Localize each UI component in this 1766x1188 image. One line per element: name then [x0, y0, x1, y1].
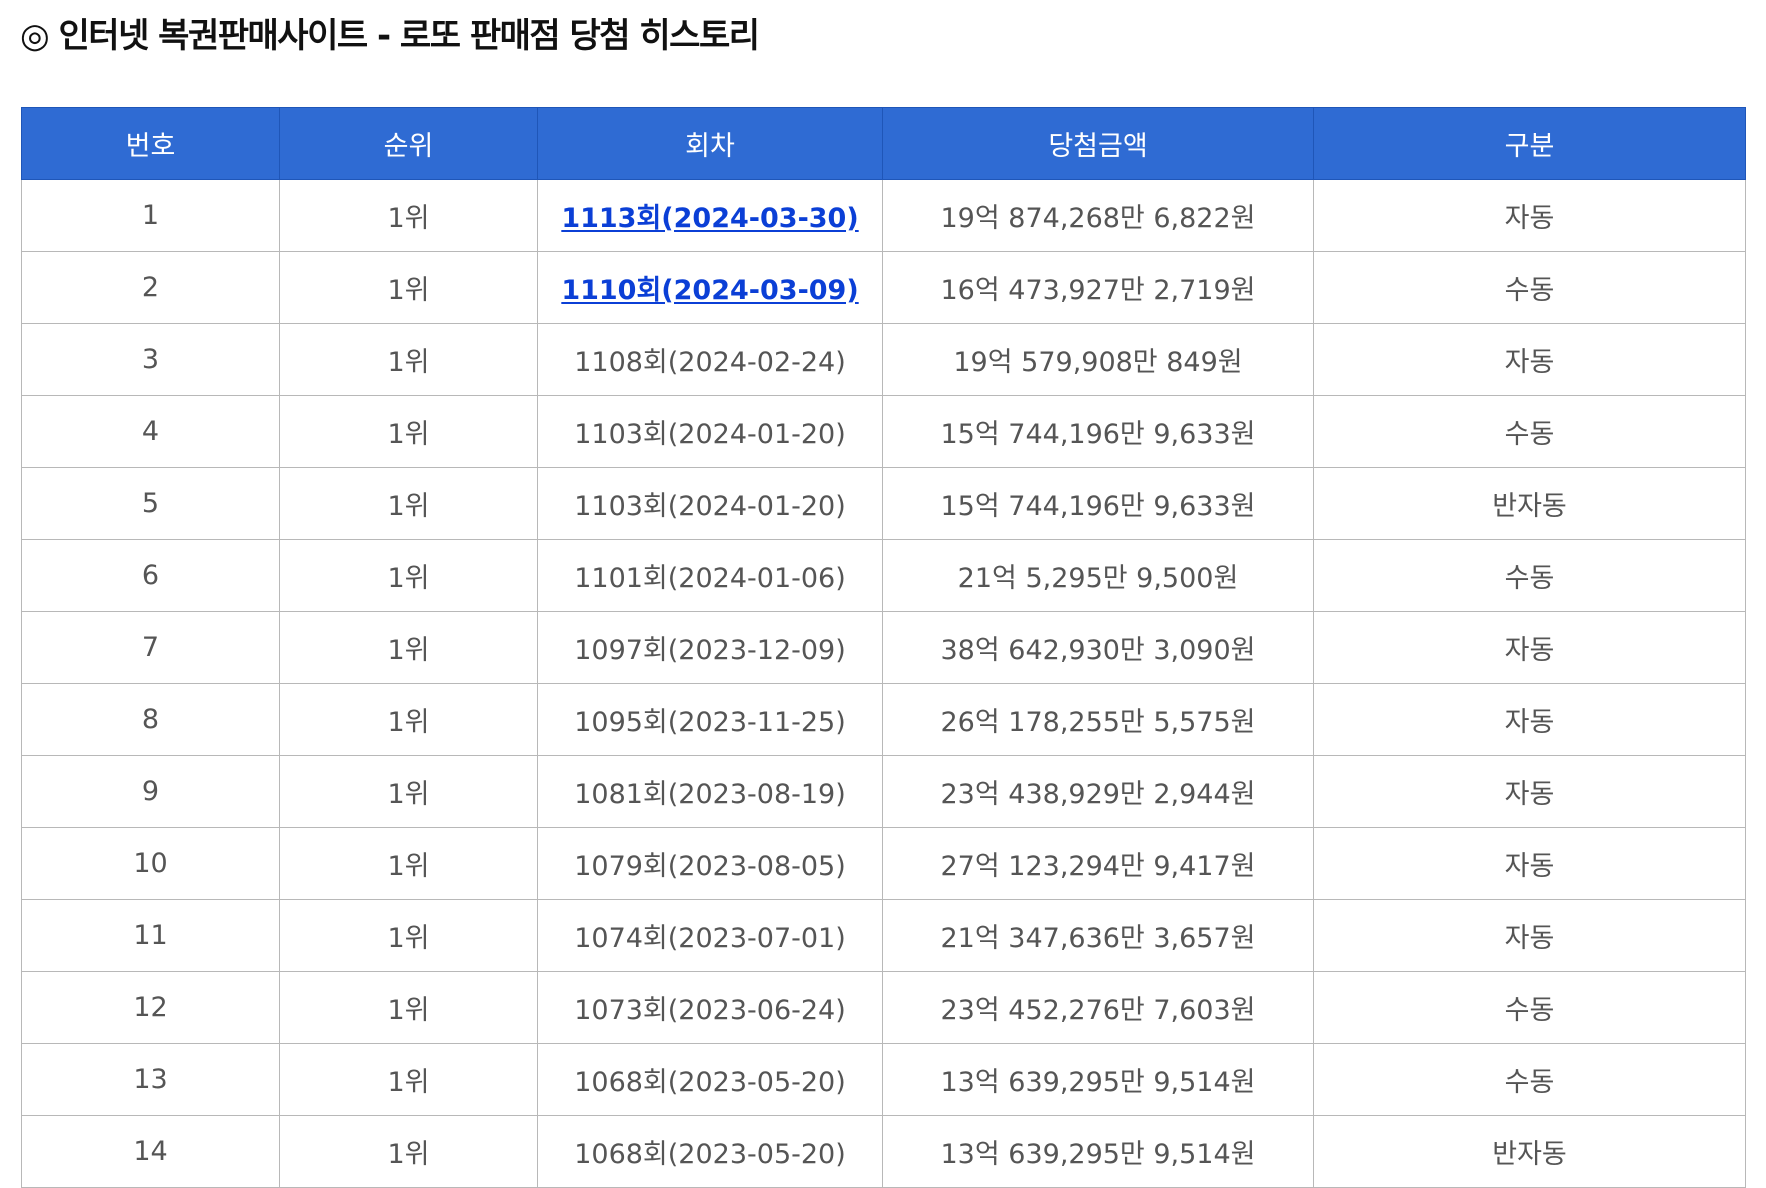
- row-rank: 1위: [279, 971, 538, 1044]
- row-amount: 13억 639,295만 9,514원: [882, 1115, 1314, 1188]
- row-number: 9: [21, 755, 280, 828]
- row-number: 5: [21, 467, 280, 540]
- row-type: 수동: [1313, 251, 1746, 324]
- row-number: 7: [21, 611, 280, 684]
- header-amount: 당첨금액: [882, 107, 1314, 180]
- table-row: 9 1위 1081회(2023-08-19) 23억 438,929만 2,944원 자…: [21, 755, 1746, 828]
- table-body: 1 1위 1113회(2024-03-30) 19억 874,268만 6,822원 자…: [21, 179, 1746, 1188]
- row-amount: 13억 639,295만 9,514원: [882, 1043, 1314, 1116]
- row-type: 자동: [1313, 683, 1746, 756]
- row-rank: 1위: [279, 179, 538, 252]
- row-rank: 1위: [279, 755, 538, 828]
- winning-history-table: 번호 순위 회차 당첨금액 구분 1 1위 1113회(2024-03-30) 19억…: [21, 107, 1746, 1188]
- row-draw: 1113회(2024-03-30): [537, 179, 883, 252]
- row-draw: 1081회(2023-08-19): [537, 755, 883, 828]
- row-draw: 1101회(2024-01-06): [537, 539, 883, 612]
- row-amount: 27억 123,294만 9,417원: [882, 827, 1314, 900]
- row-number: 4: [21, 395, 280, 468]
- row-draw: 1103회(2024-01-20): [537, 395, 883, 468]
- row-amount: 16억 473,927만 2,719원: [882, 251, 1314, 324]
- row-rank: 1위: [279, 683, 538, 756]
- row-amount: 15억 744,196만 9,633원: [882, 395, 1314, 468]
- table-row: 14 1위 1068회(2023-05-20) 13억 639,295만 9,514원…: [21, 1115, 1746, 1188]
- row-draw: 1108회(2024-02-24): [537, 323, 883, 396]
- row-type: 수동: [1313, 539, 1746, 612]
- table-row: 3 1위 1108회(2024-02-24) 19억 579,908만 849원 자동: [21, 323, 1746, 396]
- row-amount: 38억 642,930만 3,090원: [882, 611, 1314, 684]
- row-number: 6: [21, 539, 280, 612]
- row-rank: 1위: [279, 395, 538, 468]
- row-rank: 1위: [279, 899, 538, 972]
- header-number: 번호: [21, 107, 280, 180]
- table-row: 1 1위 1113회(2024-03-30) 19억 874,268만 6,822원 자…: [21, 179, 1746, 252]
- row-draw: 1110회(2024-03-09): [537, 251, 883, 324]
- row-draw: 1097회(2023-12-09): [537, 611, 883, 684]
- row-amount: 21억 5,295만 9,500원: [882, 539, 1314, 612]
- row-rank: 1위: [279, 1043, 538, 1116]
- table-row: 5 1위 1103회(2024-01-20) 15억 744,196만 9,633원 반…: [21, 467, 1746, 540]
- header-rank: 순위: [279, 107, 538, 180]
- row-draw: 1068회(2023-05-20): [537, 1043, 883, 1116]
- table-row: 7 1위 1097회(2023-12-09) 38억 642,930만 3,090원 자…: [21, 611, 1746, 684]
- row-amount: 15억 744,196만 9,633원: [882, 467, 1314, 540]
- row-type: 자동: [1313, 323, 1746, 396]
- row-number: 2: [21, 251, 280, 324]
- table-row: 4 1위 1103회(2024-01-20) 15억 744,196만 9,633원 수…: [21, 395, 1746, 468]
- table-row: 10 1위 1079회(2023-08-05) 27억 123,294만 9,417원…: [21, 827, 1746, 900]
- row-amount: 23억 452,276만 7,603원: [882, 971, 1314, 1044]
- row-amount: 19억 579,908만 849원: [882, 323, 1314, 396]
- row-rank: 1위: [279, 1115, 538, 1188]
- row-type: 수동: [1313, 395, 1746, 468]
- row-type: 반자동: [1313, 1115, 1746, 1188]
- header-draw: 회차: [537, 107, 883, 180]
- row-amount: 19억 874,268만 6,822원: [882, 179, 1314, 252]
- row-type: 수동: [1313, 971, 1746, 1044]
- row-type: 자동: [1313, 611, 1746, 684]
- row-type: 자동: [1313, 899, 1746, 972]
- row-draw: 1095회(2023-11-25): [537, 683, 883, 756]
- draw-link[interactable]: 1110회(2024-03-09): [561, 275, 858, 306]
- draw-link[interactable]: 1113회(2024-03-30): [561, 203, 858, 234]
- table-row: 11 1위 1074회(2023-07-01) 21억 347,636만 3,657원…: [21, 899, 1746, 972]
- page-title: ◎ 인터넷 복권판매사이트 - 로또 판매점 당첨 히스토리: [20, 16, 760, 56]
- row-rank: 1위: [279, 467, 538, 540]
- table-row: 12 1위 1073회(2023-06-24) 23억 452,276만 7,603원…: [21, 971, 1746, 1044]
- row-type: 수동: [1313, 1043, 1746, 1116]
- row-number: 13: [21, 1043, 280, 1116]
- row-number: 1: [21, 179, 280, 252]
- row-number: 8: [21, 683, 280, 756]
- row-draw: 1068회(2023-05-20): [537, 1115, 883, 1188]
- row-rank: 1위: [279, 827, 538, 900]
- row-amount: 21억 347,636만 3,657원: [882, 899, 1314, 972]
- row-number: 3: [21, 323, 280, 396]
- header-type: 구분: [1313, 107, 1746, 180]
- row-amount: 26억 178,255만 5,575원: [882, 683, 1314, 756]
- row-draw: 1073회(2023-06-24): [537, 971, 883, 1044]
- row-amount: 23억 438,929만 2,944원: [882, 755, 1314, 828]
- table-row: 8 1위 1095회(2023-11-25) 26억 178,255만 5,575원 자…: [21, 683, 1746, 756]
- table-header-row: 번호 순위 회차 당첨금액 구분: [21, 107, 1746, 180]
- row-rank: 1위: [279, 611, 538, 684]
- row-number: 11: [21, 899, 280, 972]
- row-type: 반자동: [1313, 467, 1746, 540]
- row-draw: 1079회(2023-08-05): [537, 827, 883, 900]
- table-row: 2 1위 1110회(2024-03-09) 16억 473,927만 2,719원 수…: [21, 251, 1746, 324]
- row-draw: 1103회(2024-01-20): [537, 467, 883, 540]
- table-row: 6 1위 1101회(2024-01-06) 21억 5,295만 9,500원 수동: [21, 539, 1746, 612]
- row-rank: 1위: [279, 251, 538, 324]
- row-number: 12: [21, 971, 280, 1044]
- row-number: 10: [21, 827, 280, 900]
- row-type: 자동: [1313, 755, 1746, 828]
- row-draw: 1074회(2023-07-01): [537, 899, 883, 972]
- table-row: 13 1위 1068회(2023-05-20) 13억 639,295만 9,514원…: [21, 1043, 1746, 1116]
- row-rank: 1위: [279, 539, 538, 612]
- row-type: 자동: [1313, 179, 1746, 252]
- row-type: 자동: [1313, 827, 1746, 900]
- row-number: 14: [21, 1115, 280, 1188]
- row-rank: 1위: [279, 323, 538, 396]
